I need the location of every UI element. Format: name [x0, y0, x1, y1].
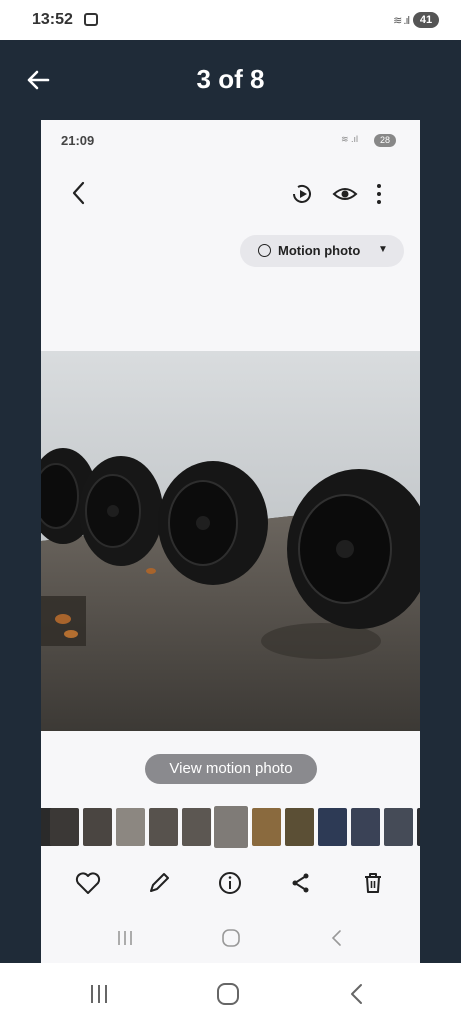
thumbnail — [417, 808, 420, 846]
inner-action-bar — [41, 868, 420, 898]
status-time: 13:52 — [32, 11, 73, 28]
edit-pencil-icon — [150, 873, 169, 892]
eye-icon — [332, 188, 358, 200]
thumbnail-strip — [41, 806, 420, 848]
system-nav-bar — [0, 963, 461, 1024]
share-icon — [292, 873, 309, 893]
inner-nav-bar — [41, 920, 420, 956]
thumbnail — [50, 808, 79, 846]
motion-photo-label: Motion photo — [278, 243, 361, 258]
inner-battery-indicator: 28 — [374, 134, 396, 147]
back-nav-icon[interactable] — [342, 979, 372, 1009]
motion-photo-pill: Motion photo ▼ — [240, 235, 404, 267]
home-icon[interactable] — [213, 979, 243, 1009]
inner-back-nav-icon — [331, 930, 341, 946]
inner-signal-icon: ≋ .ıl — [341, 134, 359, 144]
play-circle-icon — [258, 244, 271, 257]
tyre-3 — [158, 461, 268, 585]
info-icon — [219, 872, 241, 894]
tyre-2 — [79, 456, 163, 566]
motion-playback-icon — [293, 184, 311, 203]
inner-status-time: 21:09 — [61, 133, 95, 148]
screenshot-icon — [84, 13, 98, 26]
embedded-screenshot[interactable]: 21:09 ≋ .ıl 28 Motion photo ▼ View motio… — [41, 120, 420, 963]
thumbnail — [285, 808, 314, 846]
battery-indicator: 41 — [413, 12, 439, 28]
signal-icon: ≋ .ıl — [393, 15, 410, 27]
thumbnail — [149, 808, 178, 846]
recents-icon[interactable] — [84, 979, 114, 1009]
more-vertical-icon — [377, 184, 381, 204]
thumbnail-selected — [212, 806, 250, 848]
wheels-photo — [41, 351, 420, 731]
view-motion-photo-button: View motion photo — [145, 754, 317, 784]
thumbnail — [384, 808, 413, 846]
inner-back-icon — [72, 181, 85, 205]
status-bar: 13:52 ≋ .ıl 41 — [0, 0, 461, 40]
image-counter: 3 of 8 — [196, 64, 265, 94]
thumbnail — [252, 808, 281, 846]
viewer-header: 3 of 8 — [0, 40, 461, 120]
thumbnail — [318, 808, 347, 846]
thumbnail — [116, 808, 145, 846]
heart-icon — [75, 872, 101, 894]
trash-icon — [365, 873, 381, 893]
inner-recents-icon — [118, 931, 132, 945]
inner-home-icon — [222, 929, 240, 947]
thumbnail — [182, 808, 211, 846]
thumbnail — [351, 808, 380, 846]
thumbnail — [83, 808, 112, 846]
dropdown-caret-icon: ▼ — [378, 244, 388, 255]
